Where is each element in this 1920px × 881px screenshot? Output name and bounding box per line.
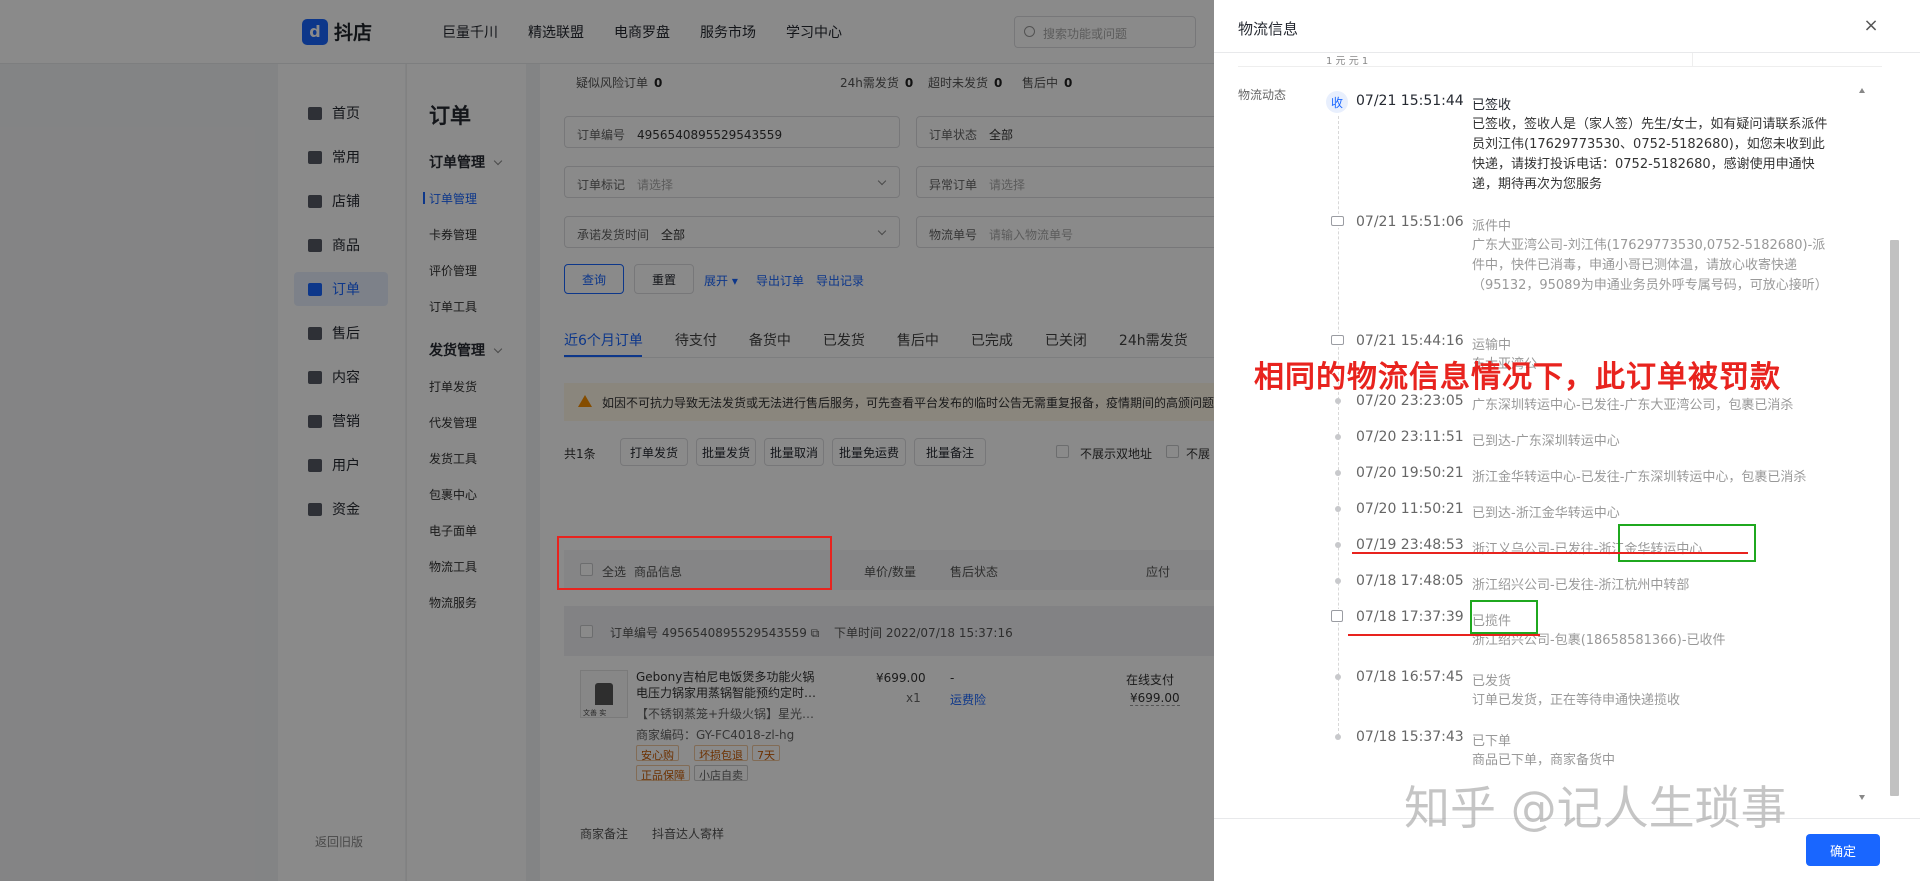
event-status: 浙江绍兴公司-已发往-浙江杭州中转部 [1472,578,1690,593]
event-detail: 已签收，签收人是（家人签）先生/女士，如有疑问请联系派件员刘江伟(1762977… [1472,117,1828,192]
annotation-underline [1348,634,1540,636]
timeline-dot [1335,470,1341,476]
event-time: 07/18 16:57:45 [1356,669,1464,685]
event-detail: 商品已下单，商家备货中 [1472,753,1616,768]
event-status: 已发货 [1472,674,1512,689]
close-icon[interactable]: × [1861,16,1881,36]
event-status: 已签收 [1472,98,1512,113]
timeline-dot [1335,542,1341,548]
annotation-underline [1352,552,1748,554]
timeline-dot [1335,674,1341,680]
delivery-icon [1329,214,1345,228]
timeline-dot [1335,506,1341,512]
event-detail: 广东大亚湾公司-刘江伟(17629773530,0752-5182680)-派件… [1472,238,1828,293]
prev-section-divider [1692,53,1693,66]
scroll-up-arrow[interactable] [1859,88,1865,93]
timeline-dot [1335,434,1341,440]
event-time: 07/21 15:44:16 [1356,333,1464,349]
event-status: 已下单 [1472,734,1512,749]
event-status: 已到达-浙江金华转运中心 [1472,506,1620,521]
event-time: 07/19 23:48:53 [1356,537,1464,553]
timeline-dot [1335,578,1341,584]
annotation-green-box [1470,600,1538,634]
annotation-text: 相同的物流信息情况下，此订单被罚款 [1254,360,1781,395]
modal-backdrop[interactable] [0,0,1214,881]
confirm-button[interactable]: 确定 [1806,834,1880,866]
package-icon [1329,609,1345,623]
timeline-dot [1335,734,1341,740]
event-detail: 订单已发货，正在等待申通快递揽收 [1472,693,1681,708]
event-status: 广东深圳转运中心-已发往-广东大亚湾公司，包裹已消杀 [1472,398,1794,413]
drawer-scrollbar[interactable] [1890,240,1899,796]
drawer-title: 物流信息 [1238,20,1299,38]
scroll-down-arrow[interactable] [1859,795,1865,800]
logistics-drawer: 物流信息 × 1 元 元 1 物流动态 收 07/21 15:51:44 已签收… [1214,0,1920,881]
truck-icon [1329,333,1345,347]
annotation-green-box [1618,524,1756,562]
event-status: 已到达-广东深圳转运中心 [1472,434,1620,449]
event-time: 07/20 11:50:21 [1356,501,1464,517]
event-time: 07/18 15:37:43 [1356,729,1464,745]
event-time: 07/20 19:50:21 [1356,465,1464,481]
signed-badge-icon: 收 [1326,91,1348,113]
event-time: 07/18 17:37:39 [1356,609,1464,625]
event-time: 07/21 15:51:06 [1356,214,1464,230]
event-time: 07/18 17:48:05 [1356,573,1464,589]
watermark: 知乎 @记人生琐事 [1404,781,1787,835]
event-time: 07/21 15:51:44 [1356,93,1464,109]
prev-section-snippet: 1 元 元 1 [1326,56,1369,67]
event-status: 浙江金华转运中心-已发往-广东深圳转运中心，包裹已消杀 [1472,470,1807,485]
logistics-flow-label: 物流动态 [1238,88,1287,102]
event-status: 派件中 [1472,219,1512,234]
timeline-dot [1335,398,1341,404]
annotation-red-box [557,536,832,590]
drawer-header-divider [1214,52,1920,53]
timeline-connector [1338,116,1339,736]
event-status: 运输中 [1472,338,1512,353]
event-time: 07/20 23:11:51 [1356,429,1464,445]
section-divider [1238,66,1882,67]
